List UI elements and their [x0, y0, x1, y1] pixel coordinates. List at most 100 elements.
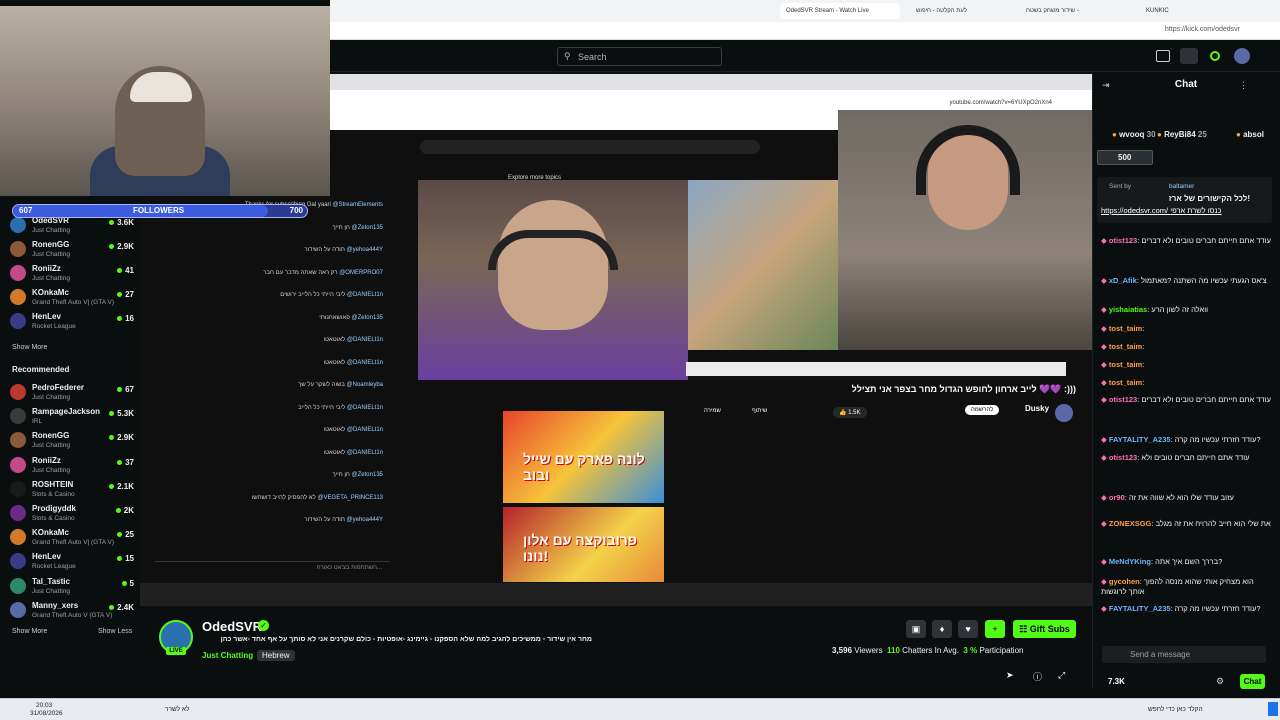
sidebar-channel[interactable]: Prodigyddk Slots & Casino 2K — [10, 502, 138, 526]
viewer-count-value: 15 — [125, 554, 134, 564]
channel-name: HenLev — [32, 312, 61, 321]
chat-username[interactable]: tost_taim — [1109, 324, 1142, 333]
chat-input[interactable]: Send a message — [1102, 646, 1266, 663]
chat-message: ◆ otist123: עודד אתם חייתם חברים טובים ו… — [1101, 453, 1250, 462]
theater-icon[interactable]: ⤢ — [1058, 670, 1065, 681]
address-bar[interactable]: https://kick.com/odedsvr — [330, 22, 1280, 40]
badge-icon: ◆ — [1101, 493, 1107, 502]
weather-widget[interactable]: לא לשרר — [165, 706, 189, 713]
pinned-link[interactable]: https://odedsvr.com/ כנסו לשרת ארפי — [1101, 206, 1221, 215]
clip-icon[interactable]: ▣ — [906, 620, 926, 638]
sidebar-channel[interactable]: ROSHTEIN Slots & Casino 2.1K — [10, 478, 138, 502]
chat-username[interactable]: otist123 — [1109, 395, 1137, 404]
gift-subs-button[interactable]: ☷ Gift Subs — [1013, 620, 1076, 638]
kicks-count: 500 — [1118, 153, 1132, 162]
badge-icon: ◆ — [1101, 342, 1107, 351]
gift-subs-label: Gift Subs — [1029, 624, 1070, 634]
chat-username[interactable]: otist123 — [1109, 236, 1137, 245]
overlay-message-text: חן חייך — [332, 472, 350, 478]
chat-message: ◆ FAYTALITY_A235: עודד חזרתי עכשיו מה קר… — [1101, 435, 1261, 444]
yt-share: שיתוף — [752, 408, 768, 414]
streamer-name[interactable]: OdedSVR — [202, 619, 262, 634]
clock-date: 31/08/2026 — [30, 710, 63, 717]
chat-username[interactable]: or90 — [1109, 493, 1125, 502]
emote-bar[interactable] — [1102, 626, 1268, 638]
browser-tab[interactable]: לעת הקלטה - חיפוש — [910, 3, 1010, 19]
send-chat-button[interactable]: Chat — [1240, 674, 1265, 689]
followers-count: 607 — [19, 206, 33, 215]
channel-name: HenLev — [32, 552, 61, 562]
browser-tab[interactable]: KUNKIC — [1140, 3, 1220, 19]
sidebar-channel[interactable]: RoniiZz Just Chatting 41 — [10, 262, 138, 286]
bell-icon[interactable]: ♦ — [932, 620, 952, 638]
chat-username[interactable]: yishaiatias — [1109, 305, 1147, 314]
overlay-chat-message: לאוטאטו @DANIELt1n — [324, 337, 383, 343]
chat-username[interactable]: ZONEXSGG — [1109, 519, 1152, 528]
browser-tab[interactable]: שידור משחק בשטח - — [1020, 3, 1130, 19]
top-gifter[interactable]: ● ReyBi84 25 — [1157, 130, 1207, 139]
inner-url: youtube.com/watch?v=6YUXpO2nXn4 — [949, 100, 1052, 106]
sidebar-channel[interactable]: Tal_Tastic Just Chatting 5 — [10, 575, 138, 599]
stream-category[interactable]: Just Chatting — [202, 651, 253, 660]
top-gifter[interactable]: ● wvooq 30 — [1112, 130, 1156, 139]
sidebar-channel[interactable]: PedroFederer Just Chatting 67 — [10, 381, 138, 405]
channel-name: RonenGG — [32, 240, 70, 249]
top-gifter[interactable]: ● absol — [1236, 130, 1264, 139]
chat-username[interactable]: FAYTALITY_A235 — [1109, 435, 1171, 444]
chat-message: ◆ otist123: עודד אתם חייתם חברים טובים ו… — [1101, 395, 1271, 404]
chat-username[interactable]: tost_taim — [1109, 378, 1142, 387]
chat-username[interactable]: tost_taim — [1109, 342, 1142, 351]
sidebar-channel[interactable]: RonenGG Just Chatting 2.9K — [10, 238, 138, 262]
viewer-count-value: 67 — [125, 385, 134, 394]
channel-points[interactable]: 7.3K — [1108, 677, 1125, 686]
overlay-chat-message: חן חייך @Zeton135 — [333, 225, 383, 231]
chat-username[interactable]: MeNdYKing — [1109, 557, 1151, 566]
viewers-label: Viewers — [854, 646, 883, 655]
overlay-message-text: לאוטאטו — [323, 449, 346, 456]
viewer-count-value: 37 — [125, 457, 134, 467]
chat-username[interactable]: otist123 — [1109, 453, 1137, 462]
sidebar-channel[interactable]: HenLev Rocket League 16 — [10, 310, 138, 334]
kick-coin-icon[interactable] — [1210, 51, 1220, 61]
windows-start-icon[interactable] — [1268, 702, 1278, 716]
windows-taskbar: 20:03 31/08/2026 לא לשרר הקלד כאן כדי לח… — [0, 698, 1280, 720]
sidebar-channel[interactable]: Manny_xers Grand Theft Auto V (GTA V) 2.… — [10, 599, 138, 623]
layout-icon[interactable] — [1180, 48, 1198, 64]
show-more-following[interactable]: Show More — [12, 344, 47, 351]
channel-avatar — [10, 432, 26, 449]
followers-label: FOLLOWERS — [133, 206, 185, 215]
sidebar-channel[interactable]: RonenGG Just Chatting 2.9K — [10, 429, 138, 453]
search-placeholder: Search — [578, 52, 607, 62]
cast-icon[interactable] — [1156, 50, 1170, 62]
channel-avatar — [10, 408, 26, 425]
chat-username[interactable]: xD_Afik — [1109, 276, 1137, 285]
channel-category: IRL — [32, 418, 43, 426]
browser-tab-active[interactable]: OdedSVR Stream - Watch Live — [780, 3, 900, 19]
chat-username[interactable]: tost_taim — [1109, 360, 1142, 369]
sidebar-channel[interactable]: KOnkaMc Grand Theft Auto V| (GTA V) 27 — [10, 286, 138, 310]
badge-icon: ◆ — [1101, 236, 1107, 245]
chat-settings-icon[interactable]: ⋮ — [1239, 80, 1248, 91]
user-avatar[interactable] — [1234, 48, 1250, 64]
taskbar-search[interactable]: הקלד כאן כדי לחפש — [1148, 706, 1228, 713]
sidebar-channel[interactable]: RoniiZz Just Chatting 37 — [10, 454, 138, 478]
participation-label: Participation — [979, 646, 1024, 655]
search-input[interactable]: ⚲ Search — [557, 47, 722, 66]
sidebar-channel[interactable]: RampageJackson IRL 5.3K — [10, 405, 138, 429]
chat-message: ◆ tost_taim: — [1101, 342, 1145, 351]
show-less[interactable]: Show Less — [98, 628, 132, 635]
sidebar-channel[interactable]: HenLev Rocket League 15 — [10, 550, 138, 574]
viewer-count-value: 2.1K — [117, 481, 134, 491]
language-tag[interactable]: Hebrew — [257, 650, 295, 661]
collapse-chat-icon[interactable]: ⇥ — [1102, 80, 1110, 91]
chat-username[interactable]: FAYTALITY_A235 — [1109, 604, 1171, 613]
heart-icon[interactable]: ♥ — [958, 620, 978, 638]
show-more-recommended[interactable]: Show More — [12, 628, 47, 635]
follow-button[interactable]: + — [985, 620, 1005, 638]
info-icon[interactable]: ⓘ — [1033, 670, 1042, 683]
viewer-count-value: 5.3K — [117, 409, 134, 419]
share-icon[interactable]: ➤ — [1006, 670, 1014, 681]
sidebar-channel[interactable]: KOnkaMc Grand Theft Auto V| (GTA V) 25 — [10, 526, 138, 550]
gear-icon[interactable]: ⚙ — [1216, 676, 1224, 687]
chat-username[interactable]: gycohen — [1109, 577, 1140, 586]
